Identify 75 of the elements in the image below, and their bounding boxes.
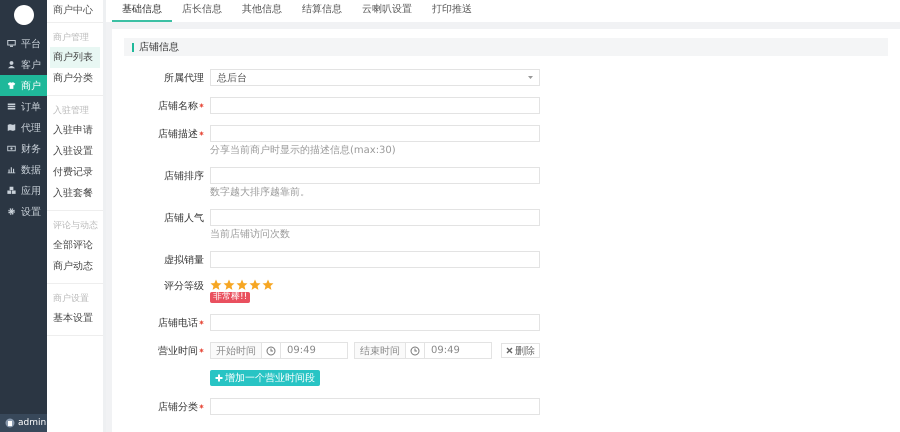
tab[interactable]: 云喇叭设置 [352, 0, 422, 22]
tab[interactable]: 结算信息 [292, 0, 352, 22]
plus-icon [215, 374, 223, 382]
tab[interactable]: 店长信息 [172, 0, 232, 22]
field-label: 所属代理 [164, 72, 204, 84]
person-icon [7, 60, 16, 69]
field-label: 店铺电话 [158, 316, 198, 330]
field-label: 评分等级 [164, 280, 204, 292]
nav-item[interactable]: 设置 [0, 201, 47, 222]
map-icon [7, 123, 16, 132]
nav-item[interactable]: 平台 [0, 33, 47, 54]
subnav-item[interactable]: 商户列表 [50, 47, 100, 68]
star-icon [210, 279, 222, 291]
subnav-item[interactable]: 入驻套餐 [50, 183, 100, 204]
input-field[interactable] [210, 125, 540, 142]
nav-item[interactable]: 客户 [0, 54, 47, 75]
star-icon [249, 279, 261, 291]
subnav-heading: 入驻管理 [52, 104, 90, 118]
list-icon [7, 102, 16, 111]
subnav-item[interactable]: 基本设置 [50, 308, 100, 329]
field-label: 店铺排序 [164, 170, 204, 182]
subnav-heading: 商户设置 [52, 292, 90, 306]
close-icon [506, 347, 513, 354]
rating-badge: 非常棒!! [210, 292, 250, 303]
subnav-item[interactable]: 付费记录 [50, 162, 100, 183]
monitor-icon [7, 39, 16, 48]
input-field[interactable] [210, 251, 540, 268]
user-icon [5, 418, 15, 428]
star-icon [262, 279, 274, 291]
input-field[interactable] [210, 209, 540, 226]
field-label: 店铺人气 [164, 212, 204, 224]
subnav-item[interactable]: 全部评论 [50, 235, 100, 256]
input-field[interactable] [210, 398, 540, 415]
star-icon [236, 279, 248, 291]
tab[interactable]: 基础信息 [112, 0, 172, 22]
nav-item[interactable]: 应用 [0, 180, 47, 201]
nav-item[interactable]: 数据 [0, 159, 47, 180]
avatar-circle [14, 5, 34, 25]
bar-chart-icon [7, 165, 16, 174]
tab[interactable]: 打印推送 [422, 0, 482, 22]
field-label: 虚拟销量 [164, 254, 204, 266]
section-title: 店铺信息 [139, 40, 179, 54]
nav-item[interactable]: 财务 [0, 138, 47, 159]
field-label: 营业时间 [158, 344, 198, 358]
subnav-item[interactable]: 商户分类 [50, 68, 100, 89]
caret-icon [528, 76, 533, 79]
field-label: 店铺描述 [158, 128, 198, 140]
nav-item[interactable]: 代理 [0, 117, 47, 138]
tab[interactable]: 其他信息 [232, 0, 292, 22]
start-time-field[interactable]: 开始时间 09:49 [210, 342, 348, 359]
star-icon [223, 279, 235, 291]
subnav-item[interactable]: 入驻申请 [50, 120, 100, 141]
field-hint: 数字越大排序越靠前。 [210, 187, 311, 198]
subnav-item[interactable]: 入驻设置 [50, 141, 100, 162]
gear-icon [7, 207, 16, 216]
input-field[interactable] [210, 97, 540, 114]
money-icon [7, 144, 16, 153]
clock-icon [266, 346, 276, 356]
subnav-heading: 商户管理 [52, 32, 90, 45]
field-hint: 当前店铺访问次数 [210, 229, 291, 240]
subnav-heading: 评论与动态 [52, 220, 99, 233]
cubes-icon [7, 186, 16, 195]
field-hint: 分享当前商户时显示的描述信息(max:30) [210, 145, 397, 156]
input-field[interactable] [210, 314, 540, 331]
end-time-field[interactable]: 结束时间 09:49 [354, 342, 492, 359]
shirt-icon [7, 81, 16, 90]
clock-icon [410, 346, 420, 356]
subnav-title: 商户中心 [47, 0, 103, 23]
nav-item[interactable]: 订单 [0, 96, 47, 117]
field-label: 店铺名称 [158, 100, 198, 112]
subnav-item[interactable]: 商户动态 [50, 256, 100, 277]
delete-button[interactable]: 删除 [501, 343, 540, 358]
field-label: 店铺分类 [158, 400, 198, 414]
agent-select[interactable]: 总后台 [210, 69, 540, 86]
input-field[interactable] [210, 167, 540, 184]
